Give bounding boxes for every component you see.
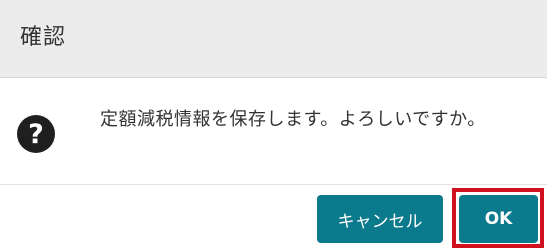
dialog-message: 定額減税情報を保存します。よろしいですか。 xyxy=(100,109,486,130)
cancel-button[interactable]: キャンセル xyxy=(317,195,443,243)
ok-button[interactable]: OK xyxy=(459,195,538,243)
dialog-header: 確認 xyxy=(0,0,547,78)
dialog-footer: キャンセル OK xyxy=(0,184,547,250)
question-circle-icon: ? xyxy=(17,115,55,153)
dialog-title: 確認 xyxy=(20,25,67,50)
confirm-dialog: 確認 ? 定額減税情報を保存します。よろしいですか。 キャンセル OK xyxy=(0,0,547,250)
dialog-body: ? 定額減税情報を保存します。よろしいですか。 xyxy=(0,78,547,184)
